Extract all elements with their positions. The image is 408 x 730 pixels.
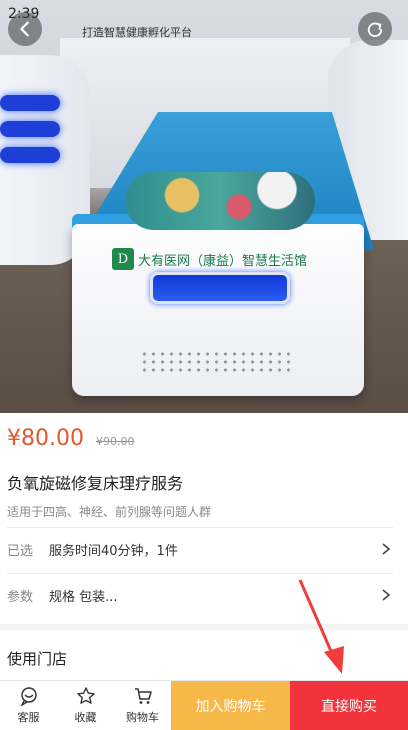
selected-label: 已选 — [7, 543, 34, 559]
brand-logo-icon: D — [112, 248, 134, 270]
bed-logo-text: 大有医网（康益）智慧生活馆 — [138, 253, 308, 269]
original-price: ¥90.00 — [95, 435, 135, 448]
chevron-right-icon — [382, 589, 391, 601]
price-row: ¥80.00 ¥90.00 — [7, 426, 134, 451]
divider — [7, 573, 393, 574]
pillow — [125, 172, 315, 230]
share-button[interactable] — [358, 12, 392, 46]
stores-heading: 使用门店 — [7, 650, 68, 668]
chevron-left-icon — [20, 21, 29, 37]
chat-bubble-icon — [20, 687, 37, 706]
divider — [7, 527, 393, 528]
current-price: ¥80.00 — [7, 426, 84, 451]
params-label: 参数 — [7, 589, 34, 605]
cart-label: 购物车 — [126, 711, 159, 724]
selected-value: 服务时间40分钟，1件 — [49, 543, 178, 559]
bed-logo: D 大有医网（康益）智慧生活馆 — [112, 248, 307, 270]
buy-now-button[interactable]: 直接购买 — [290, 681, 408, 730]
share-icon — [367, 22, 383, 37]
star-icon — [76, 687, 95, 704]
wall-banner-text: 打造智慧健康孵化平台 — [82, 26, 192, 39]
bed-vents — [140, 350, 290, 374]
chevron-right-icon — [382, 543, 391, 555]
add-to-cart-button[interactable]: 加入购物车 — [171, 681, 290, 730]
favorite-label: 收藏 — [74, 711, 97, 724]
bed-light-panel — [150, 272, 290, 304]
selected-spec-row[interactable]: 已选 服务时间40分钟，1件 — [7, 529, 393, 569]
favorite-button[interactable]: 收藏 — [57, 681, 114, 730]
customer-service-button[interactable]: 客服 — [0, 681, 57, 730]
back-button[interactable] — [8, 12, 42, 46]
cart-button[interactable]: 购物车 — [114, 681, 171, 730]
product-title: 负氧旋磁修复床理疗服务 — [7, 474, 184, 493]
product-image[interactable]: D 大有医网（康益）智慧生活馆 2:39 打造智慧健康孵化平台 — [0, 0, 408, 413]
customer-service-label: 客服 — [17, 711, 40, 724]
bottom-action-bar: 客服 收藏 购物车 加入购物车 直接购买 — [0, 680, 408, 730]
product-subtitle: 适用于四高、神经、前列腺等问题人群 — [7, 505, 212, 519]
shopping-cart-icon — [134, 688, 152, 704]
annotation-arrow-icon — [298, 579, 344, 674]
